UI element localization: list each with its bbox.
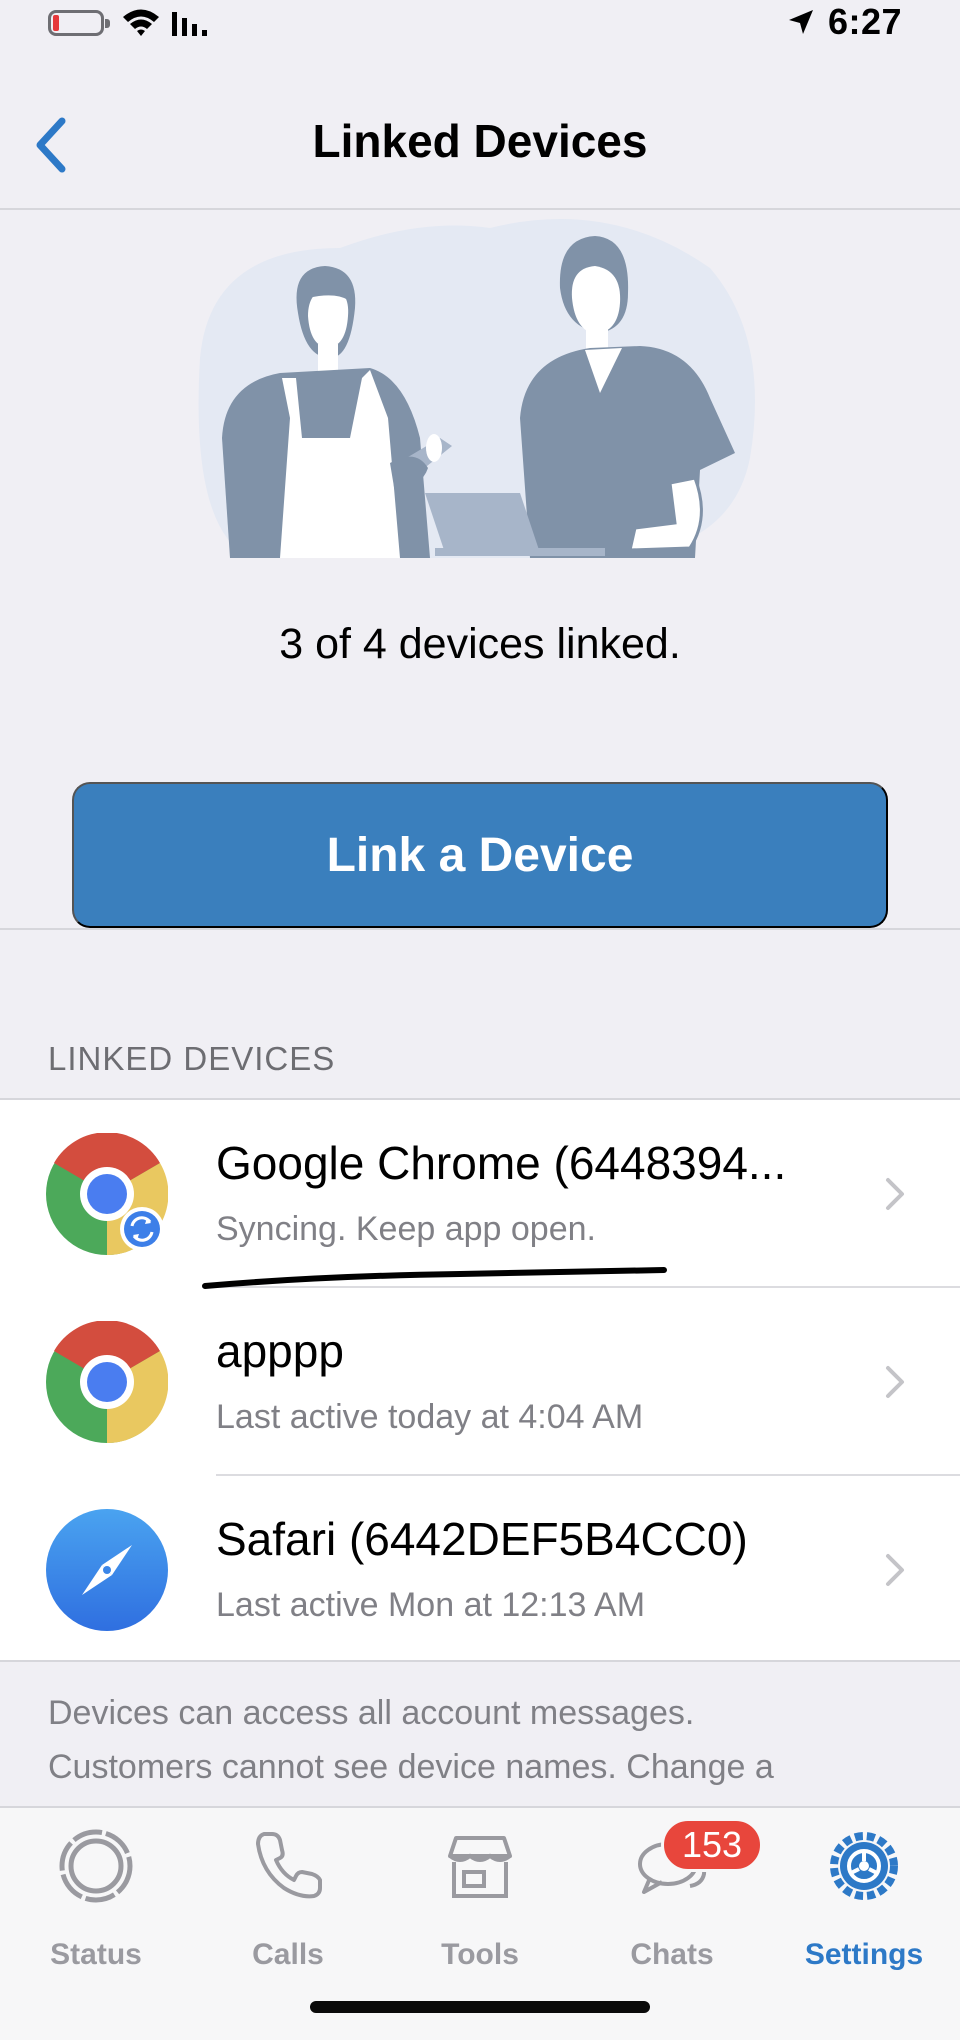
status-ring-icon	[59, 1829, 133, 1903]
status-bar: 6:27	[0, 0, 960, 50]
device-name: Google Chrome (6448394...	[216, 1137, 787, 1189]
wifi-icon	[123, 9, 159, 36]
link-device-button[interactable]: Link a Device	[72, 782, 888, 928]
chevron-right-icon	[886, 1366, 904, 1398]
storefront-icon	[448, 1836, 512, 1898]
device-row-apppp[interactable]: apppp Last active today at 4:04 AM	[0, 1288, 960, 1476]
footer-note: Devices can access all account messages.…	[48, 1686, 908, 1794]
nav-bar: Linked Devices	[0, 92, 960, 210]
device-name: Safari (6442DEF5B4CC0)	[216, 1513, 748, 1565]
tab-label: Settings	[804, 1938, 924, 1971]
battery-level	[53, 15, 59, 31]
battery-icon	[48, 10, 110, 36]
tab-label: Status	[50, 1938, 142, 1971]
chevron-right-icon	[886, 1554, 904, 1586]
footer-line-2: Customers cannot see device names. Chang…	[48, 1748, 774, 1786]
tab-calls[interactable]: Calls	[192, 1826, 384, 1976]
safari-icon	[46, 1509, 168, 1631]
annotation-underline	[202, 1267, 667, 1289]
devices-count-text: 3 of 4 devices linked.	[279, 620, 681, 668]
linked-devices-list: Google Chrome (6448394... Syncing. Keep …	[0, 1098, 960, 1662]
device-row-google-chrome[interactable]: Google Chrome (6448394... Syncing. Keep …	[0, 1100, 960, 1288]
page-title: Linked Devices	[312, 115, 648, 167]
tab-settings[interactable]: Settings	[768, 1826, 960, 1976]
divider	[0, 928, 960, 930]
phone-icon	[256, 1832, 322, 1899]
gear-icon	[830, 1832, 898, 1900]
device-name: apppp	[216, 1325, 344, 1377]
tab-label: Calls	[252, 1938, 324, 1971]
location-arrow-icon	[788, 10, 813, 34]
tab-label: Chats	[630, 1938, 714, 1971]
signal-icon	[172, 12, 207, 36]
chats-unread-badge: 153	[661, 1818, 763, 1872]
footer-line-1: Devices can access all account messages.	[48, 1694, 695, 1732]
chevron-right-icon	[886, 1178, 904, 1210]
clock: 6:27	[827, 1, 902, 42]
tab-tools[interactable]: Tools	[384, 1826, 576, 1976]
chrome-sync-icon	[46, 1133, 168, 1255]
tab-status[interactable]: Status	[0, 1826, 192, 1976]
device-row-safari[interactable]: Safari (6442DEF5B4CC0) Last active Mon a…	[0, 1476, 960, 1664]
clock-group: 6:27	[786, 0, 902, 44]
tab-label: Tools	[441, 1938, 519, 1971]
home-indicator	[310, 2001, 650, 2013]
chrome-icon	[46, 1321, 168, 1443]
device-status: Syncing. Keep app open.	[216, 1210, 596, 1248]
device-status: Last active today at 4:04 AM	[216, 1398, 644, 1436]
linked-devices-illustration	[198, 219, 756, 558]
section-header-linked-devices: LINKED DEVICES	[48, 1040, 336, 1077]
device-status: Last active Mon at 12:13 AM	[216, 1586, 646, 1624]
